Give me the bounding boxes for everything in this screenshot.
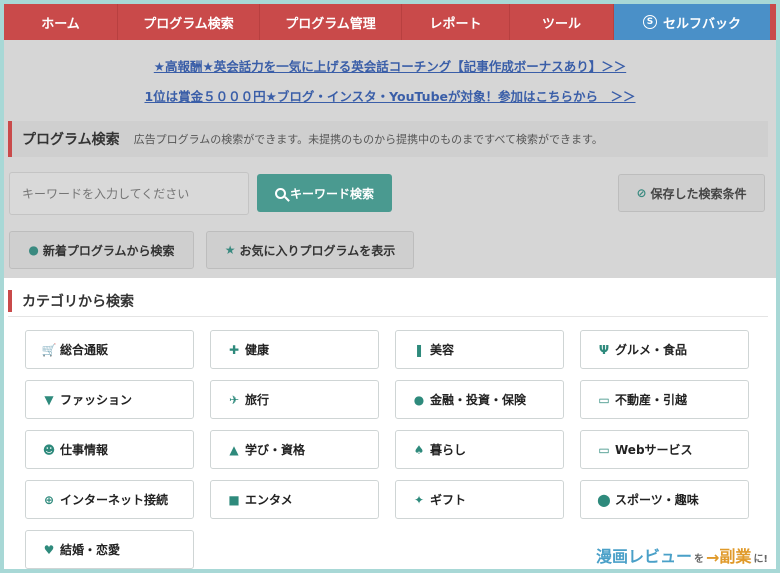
watermark-part3: 副業 [719,547,752,566]
category-button[interactable]: ■ エンタメ [210,480,379,519]
category-grid: 🛒 総合通販 ✚ 健康 ❚ 美容 Ψ グルメ・食品 ▼ ファッション ✈ 旅行 ● 金融・投資・保険 ▭ 不動… [25,330,750,569]
search-icon [274,187,286,199]
paperclip-icon: ⊘ [636,186,647,200]
pin-icon: ● [28,243,39,257]
nav-spacer [770,4,776,40]
program-search-description: 広告プログラムの検索ができます。未提携のものから提携中のものまですべて検索ができ… [133,133,603,146]
category-label: ファッション [60,393,133,407]
keyword-search-button[interactable]: キーワード検索 [257,174,392,212]
category-label: 健康 [245,343,270,357]
house-icon: ♠ [413,442,425,457]
nav-home[interactable]: ホーム [4,4,118,40]
nav-report[interactable]: レポート [402,4,510,40]
category-button[interactable]: 🛒 総合通販 [25,330,194,369]
nav-program-search[interactable]: プログラム検索 [118,4,260,40]
category-button[interactable]: ▭ Webサービス [580,430,749,469]
category-button[interactable]: ● 金融・投資・保険 [395,380,564,419]
category-button[interactable]: ✦ ギフト [395,480,564,519]
person-icon: ☻ [42,442,56,457]
nav-self-back-label: セルフバック [662,16,741,32]
airplane-icon: ✈ [228,392,240,407]
watermark-part4: に! [753,554,768,565]
bottle-icon: ❚ [413,342,425,357]
truck-icon: ▭ [598,392,610,407]
category-button[interactable]: Ψ グルメ・食品 [580,330,749,369]
promo-link-contest[interactable]: 1位は賞金５０００円★ブログ・インスタ・YouTubeが対象！参加はこちらから … [4,86,776,105]
keyword-search-label: キーワード検索 [289,186,374,201]
watermark-part1: 漫画レビュー [596,547,693,566]
category-label: 学び・資格 [245,443,306,457]
watermark-arrow: → [706,548,720,567]
category-button[interactable]: ☻ 仕事情報 [25,430,194,469]
gift-icon: ✦ [413,492,425,507]
category-button[interactable]: ▼ ファッション [25,380,194,419]
program-search-header: プログラム検索 広告プログラムの検索ができます。未提携のものから提携中のものまで… [8,121,768,157]
nav-tools[interactable]: ツール [510,4,614,40]
category-button[interactable]: ⬤ スポーツ・趣味 [580,480,749,519]
category-button[interactable]: ⊕ インターネット接続 [25,480,194,519]
first-aid-icon: ✚ [228,342,240,357]
promo-link-coaching[interactable]: ★高報酬★英会話力を一気に上げる英会話コーチング【記事作成ボーナスあり】＞＞ [4,56,776,75]
new-programs-button[interactable]: ● 新着プログラムから検索 [9,231,194,269]
keyword-search-input[interactable] [9,172,249,215]
category-label: 結婚・恋愛 [60,543,121,557]
saved-search-button[interactable]: ⊘ 保存した検索条件 [618,174,765,212]
category-label: 不動産・引越 [615,393,688,407]
category-button[interactable]: ✈ 旅行 [210,380,379,419]
graduation-cap-icon: ▲ [229,442,239,457]
nav-program-management[interactable]: プログラム管理 [260,4,402,40]
saved-search-label: 保存した検索条件 [650,186,747,201]
category-label: スポーツ・趣味 [615,493,699,507]
top-nav: ホーム プログラム検索 プログラム管理 レポート ツール S セルフバック [4,4,776,40]
program-search-title: プログラム検索 [22,132,120,148]
favorites-label: お気に入りプログラムを表示 [239,243,396,258]
nav-self-back[interactable]: S セルフバック [614,4,770,40]
category-label: ギフト [430,493,467,507]
category-label: 仕事情報 [60,443,109,457]
category-button[interactable]: ▲ 学び・資格 [210,430,379,469]
sports-icon: ⬤ [597,492,611,507]
cart-icon: 🛒 [41,342,57,357]
category-label: グルメ・食品 [615,343,688,357]
category-button[interactable]: ✚ 健康 [210,330,379,369]
category-button[interactable]: ♥ 結婚・恋愛 [25,530,194,569]
favorites-button[interactable]: ★ お気に入りプログラムを表示 [206,231,414,269]
money-bag-icon: ● [413,392,425,407]
star-icon: ★ [224,243,236,257]
category-button[interactable]: ▭ 不動産・引越 [580,380,749,419]
watermark-logo: 漫画レビュー を → 副業 に! [596,543,770,567]
cutlery-icon: Ψ [598,342,610,357]
category-button[interactable]: ♠ 暮らし [395,430,564,469]
category-label: インターネット接続 [60,493,169,507]
category-label: 金融・投資・保険 [430,393,527,407]
watermark-part2: を [694,554,705,565]
category-divider [8,316,768,317]
category-label: 美容 [430,343,455,357]
self-back-icon: S [642,15,657,29]
globe-icon: ⊕ [43,492,55,507]
category-label: 暮らし [430,443,467,457]
heart-icon: ♥ [43,542,55,557]
page-frame: ホーム プログラム検索 プログラム管理 レポート ツール S セルフバック ★高… [4,4,776,569]
category-label: エンタメ [245,493,293,507]
new-programs-label: 新着プログラムから検索 [42,243,175,258]
monitor-icon: ▭ [598,442,610,457]
shirt-icon: ▼ [44,392,54,407]
category-button[interactable]: ❚ 美容 [395,330,564,369]
category-label: Webサービス [615,443,693,457]
category-label: 旅行 [245,393,270,407]
camera-icon: ■ [228,492,240,507]
category-search-title: カテゴリから検索 [8,290,768,312]
category-label: 総合通販 [60,343,109,357]
